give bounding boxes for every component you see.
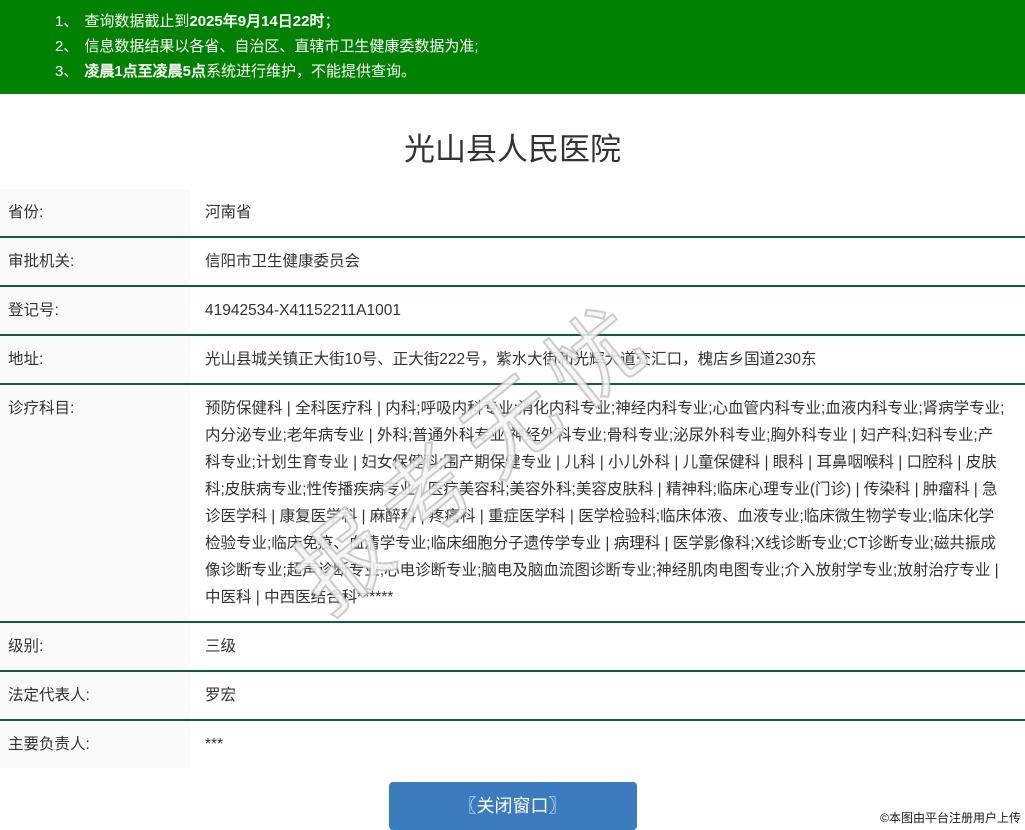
field-value: 罗宏 (190, 671, 1025, 720)
notice-text: 系统进行维护，不能提供查询。 (206, 63, 416, 80)
field-label: 审批机关: (0, 237, 190, 286)
notice-line-3: 3、凌晨1点至凌晨5点系统进行维护，不能提供查询。 (55, 59, 1005, 84)
table-row-medical-subjects: 诊疗科目: 预防保健科 | 全科医疗科 | 内科;呼吸内科专业;消化内科专业;神… (0, 384, 1025, 622)
notice-text-bold: 2025年9月14日22时 (189, 13, 324, 30)
field-value: 三级 (190, 622, 1025, 671)
field-label: 诊疗科目: (0, 384, 190, 622)
table-row-main-person-in-charge: 主要负责人: *** (0, 720, 1025, 768)
table-row-address: 地址: 光山县城关镇正大街10号、正大街222号，紫水大街和光辉大道交汇口，槐店… (0, 335, 1025, 384)
table-row-level: 级别: 三级 (0, 622, 1025, 671)
field-label: 法定代表人: (0, 671, 190, 720)
field-value: 河南省 (190, 189, 1025, 237)
notice-number: 3、 (55, 59, 78, 84)
field-value: 41942534-X41152211A1001 (190, 286, 1025, 335)
field-value: 光山县城关镇正大街10号、正大街222号，紫水大街和光辉大道交汇口，槐店乡国道2… (190, 335, 1025, 384)
table-row-province: 省份: 河南省 (0, 189, 1025, 237)
hospital-info-table: 省份: 河南省 审批机关: 信阳市卫生健康委员会 登记号: 41942534-X… (0, 189, 1025, 768)
page-title: 光山县人民医院 (0, 127, 1025, 173)
field-value: 预防保健科 | 全科医疗科 | 内科;呼吸内科专业;消化内科专业;神经内科专业;… (190, 384, 1025, 622)
notice-bar: 1、查询数据截止到2025年9月14日22时； 2、信息数据结果以各省、自治区、… (0, 0, 1025, 94)
notice-text: ； (324, 13, 339, 30)
table-row-approval-authority: 审批机关: 信阳市卫生健康委员会 (0, 237, 1025, 286)
field-value: 信阳市卫生健康委员会 (190, 237, 1025, 286)
table-row-registration-number: 登记号: 41942534-X41152211A1001 (0, 286, 1025, 335)
notice-text: 查询数据截止到 (84, 13, 189, 30)
close-window-button[interactable]: 〖关闭窗口〗 (389, 782, 637, 830)
button-row: 〖关闭窗口〗 (0, 782, 1025, 830)
field-label: 地址: (0, 335, 190, 384)
notice-number: 1、 (55, 9, 78, 34)
notice-text-bold: 凌晨1点至凌晨5点 (84, 63, 206, 80)
notice-line-2: 2、信息数据结果以各省、自治区、直辖市卫生健康委数据为准; (55, 34, 1005, 59)
notice-number: 2、 (55, 34, 78, 59)
field-label: 省份: (0, 189, 190, 237)
field-value: *** (190, 720, 1025, 768)
notice-line-1: 1、查询数据截止到2025年9月14日22时； (55, 9, 1005, 34)
notice-text: 信息数据结果以各省、自治区、直辖市卫生健康委数据为准; (84, 38, 478, 55)
field-label: 级别: (0, 622, 190, 671)
table-row-legal-representative: 法定代表人: 罗宏 (0, 671, 1025, 720)
credit-stamp: ©本图由平台注册用户上传 (880, 809, 1021, 826)
field-label: 登记号: (0, 286, 190, 335)
field-label: 主要负责人: (0, 720, 190, 768)
